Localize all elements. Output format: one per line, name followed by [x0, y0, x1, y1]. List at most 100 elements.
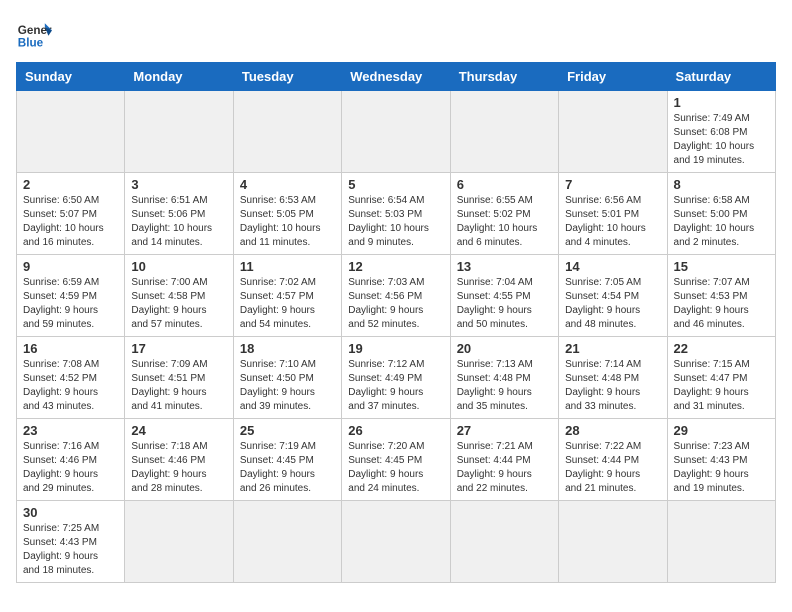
calendar-row-1: 2 Sunrise: 6:50 AM Sunset: 5:07 PM Daylig…	[17, 173, 776, 255]
day-number: 23	[23, 423, 118, 438]
calendar-cell: 5 Sunrise: 6:54 AM Sunset: 5:03 PM Daylig…	[342, 173, 450, 255]
day-info: Sunrise: 6:54 AM Sunset: 5:03 PM Dayligh…	[348, 194, 443, 250]
day-number: 6	[457, 177, 552, 192]
day-info: Sunrise: 7:14 AM Sunset: 4:48 PM Dayligh…	[565, 358, 660, 414]
calendar-cell	[125, 501, 233, 583]
day-info: Sunrise: 6:53 AM Sunset: 5:05 PM Dayligh…	[240, 194, 335, 250]
calendar-cell	[17, 91, 125, 173]
calendar-cell: 22 Sunrise: 7:15 AM Sunset: 4:47 PM Dayli…	[667, 337, 775, 419]
logo-icon: General Blue	[16, 16, 52, 52]
day-number: 26	[348, 423, 443, 438]
calendar-cell: 3Sunrise: 6:51 AM Sunset: 5:06 PM Daylig…	[125, 173, 233, 255]
day-info: Sunrise: 7:02 AM Sunset: 4:57 PM Dayligh…	[240, 276, 335, 332]
day-info: Sunrise: 7:13 AM Sunset: 4:48 PM Dayligh…	[457, 358, 552, 414]
day-number: 12	[348, 259, 443, 274]
calendar-cell: 13 Sunrise: 7:04 AM Sunset: 4:55 PM Dayli…	[450, 255, 558, 337]
calendar-cell: 12 Sunrise: 7:03 AM Sunset: 4:56 PM Dayli…	[342, 255, 450, 337]
day-info: Sunrise: 7:15 AM Sunset: 4:47 PM Dayligh…	[674, 358, 769, 414]
weekday-header-monday: Monday	[125, 63, 233, 91]
calendar-cell: 20 Sunrise: 7:13 AM Sunset: 4:48 PM Dayli…	[450, 337, 558, 419]
calendar-cell: 6 Sunrise: 6:55 AM Sunset: 5:02 PM Daylig…	[450, 173, 558, 255]
day-number: 5	[348, 177, 443, 192]
calendar-cell	[559, 501, 667, 583]
calendar-cell: 23 Sunrise: 7:16 AM Sunset: 4:46 PM Dayli…	[17, 419, 125, 501]
calendar-cell	[342, 91, 450, 173]
calendar-cell: 14 Sunrise: 7:05 AM Sunset: 4:54 PM Dayli…	[559, 255, 667, 337]
calendar-cell	[233, 91, 341, 173]
day-info: Sunrise: 6:56 AM Sunset: 5:01 PM Dayligh…	[565, 194, 660, 250]
calendar-cell: 15 Sunrise: 7:07 AM Sunset: 4:53 PM Dayli…	[667, 255, 775, 337]
day-number: 24	[131, 423, 226, 438]
day-info: Sunrise: 6:59 AM Sunset: 4:59 PM Dayligh…	[23, 276, 118, 332]
day-number: 2	[23, 177, 118, 192]
day-number: 15	[674, 259, 769, 274]
day-info: Sunrise: 7:20 AM Sunset: 4:45 PM Dayligh…	[348, 440, 443, 496]
day-number: 30	[23, 505, 118, 520]
day-info: Sunrise: 7:18 AM Sunset: 4:46 PM Dayligh…	[131, 440, 226, 496]
day-number: 27	[457, 423, 552, 438]
day-info: Sunrise: 7:03 AM Sunset: 4:56 PM Dayligh…	[348, 276, 443, 332]
day-info: Sunrise: 7:16 AM Sunset: 4:46 PM Dayligh…	[23, 440, 118, 496]
calendar-cell: 24 Sunrise: 7:18 AM Sunset: 4:46 PM Dayli…	[125, 419, 233, 501]
calendar-cell: 10 Sunrise: 7:00 AM Sunset: 4:58 PM Dayli…	[125, 255, 233, 337]
day-number: 13	[457, 259, 552, 274]
day-number: 22	[674, 341, 769, 356]
day-info: Sunrise: 6:55 AM Sunset: 5:02 PM Dayligh…	[457, 194, 552, 250]
day-info: Sunrise: 7:07 AM Sunset: 4:53 PM Dayligh…	[674, 276, 769, 332]
calendar-cell: 4 Sunrise: 6:53 AM Sunset: 5:05 PM Daylig…	[233, 173, 341, 255]
day-number: 25	[240, 423, 335, 438]
day-info: Sunrise: 7:49 AM Sunset: 6:08 PM Dayligh…	[674, 112, 769, 168]
day-info: Sunrise: 7:25 AM Sunset: 4:43 PM Dayligh…	[23, 522, 118, 578]
calendar-cell: 7 Sunrise: 6:56 AM Sunset: 5:01 PM Daylig…	[559, 173, 667, 255]
calendar-cell: 28 Sunrise: 7:22 AM Sunset: 4:44 PM Dayli…	[559, 419, 667, 501]
calendar-row-0: 1Sunrise: 7:49 AM Sunset: 6:08 PM Daylig…	[17, 91, 776, 173]
day-info: Sunrise: 7:23 AM Sunset: 4:43 PM Dayligh…	[674, 440, 769, 496]
day-number: 7	[565, 177, 660, 192]
day-number: 21	[565, 341, 660, 356]
day-number: 28	[565, 423, 660, 438]
calendar-row-5: 30 Sunrise: 7:25 AM Sunset: 4:43 PM Dayli…	[17, 501, 776, 583]
day-number: 8	[674, 177, 769, 192]
day-info: Sunrise: 7:22 AM Sunset: 4:44 PM Dayligh…	[565, 440, 660, 496]
day-info: Sunrise: 7:00 AM Sunset: 4:58 PM Dayligh…	[131, 276, 226, 332]
weekday-header-sunday: Sunday	[17, 63, 125, 91]
calendar-cell	[233, 501, 341, 583]
calendar-cell: 11 Sunrise: 7:02 AM Sunset: 4:57 PM Dayli…	[233, 255, 341, 337]
day-info: Sunrise: 7:05 AM Sunset: 4:54 PM Dayligh…	[565, 276, 660, 332]
calendar-cell	[125, 91, 233, 173]
calendar-cell	[559, 91, 667, 173]
day-number: 14	[565, 259, 660, 274]
calendar-cell: 18Sunrise: 7:10 AM Sunset: 4:50 PM Dayli…	[233, 337, 341, 419]
day-number: 4	[240, 177, 335, 192]
day-info: Sunrise: 7:21 AM Sunset: 4:44 PM Dayligh…	[457, 440, 552, 496]
day-info: Sunrise: 6:50 AM Sunset: 5:07 PM Dayligh…	[23, 194, 118, 250]
day-info: Sunrise: 7:09 AM Sunset: 4:51 PM Dayligh…	[131, 358, 226, 414]
calendar-cell: 27 Sunrise: 7:21 AM Sunset: 4:44 PM Dayli…	[450, 419, 558, 501]
calendar-cell	[342, 501, 450, 583]
calendar-cell	[450, 91, 558, 173]
day-number: 17	[131, 341, 226, 356]
logo: General Blue	[16, 16, 52, 52]
weekday-header-wednesday: Wednesday	[342, 63, 450, 91]
calendar-cell: 29Sunrise: 7:23 AM Sunset: 4:43 PM Dayli…	[667, 419, 775, 501]
day-number: 10	[131, 259, 226, 274]
calendar-cell: 19Sunrise: 7:12 AM Sunset: 4:49 PM Dayli…	[342, 337, 450, 419]
day-number: 11	[240, 259, 335, 274]
calendar-cell: 8 Sunrise: 6:58 AM Sunset: 5:00 PM Daylig…	[667, 173, 775, 255]
day-info: Sunrise: 7:12 AM Sunset: 4:49 PM Dayligh…	[348, 358, 443, 414]
day-number: 16	[23, 341, 118, 356]
calendar-row-3: 16Sunrise: 7:08 AM Sunset: 4:52 PM Dayli…	[17, 337, 776, 419]
weekday-header-friday: Friday	[559, 63, 667, 91]
day-number: 20	[457, 341, 552, 356]
weekday-header-thursday: Thursday	[450, 63, 558, 91]
calendar-cell: 2 Sunrise: 6:50 AM Sunset: 5:07 PM Daylig…	[17, 173, 125, 255]
calendar-cell: 17 Sunrise: 7:09 AM Sunset: 4:51 PM Dayli…	[125, 337, 233, 419]
calendar-cell	[450, 501, 558, 583]
weekday-header-saturday: Saturday	[667, 63, 775, 91]
day-info: Sunrise: 7:04 AM Sunset: 4:55 PM Dayligh…	[457, 276, 552, 332]
calendar-cell: 30 Sunrise: 7:25 AM Sunset: 4:43 PM Dayli…	[17, 501, 125, 583]
day-info: Sunrise: 6:58 AM Sunset: 5:00 PM Dayligh…	[674, 194, 769, 250]
calendar-table: SundayMondayTuesdayWednesdayThursdayFrid…	[16, 62, 776, 583]
day-number: 9	[23, 259, 118, 274]
day-info: Sunrise: 7:10 AM Sunset: 4:50 PM Dayligh…	[240, 358, 335, 414]
